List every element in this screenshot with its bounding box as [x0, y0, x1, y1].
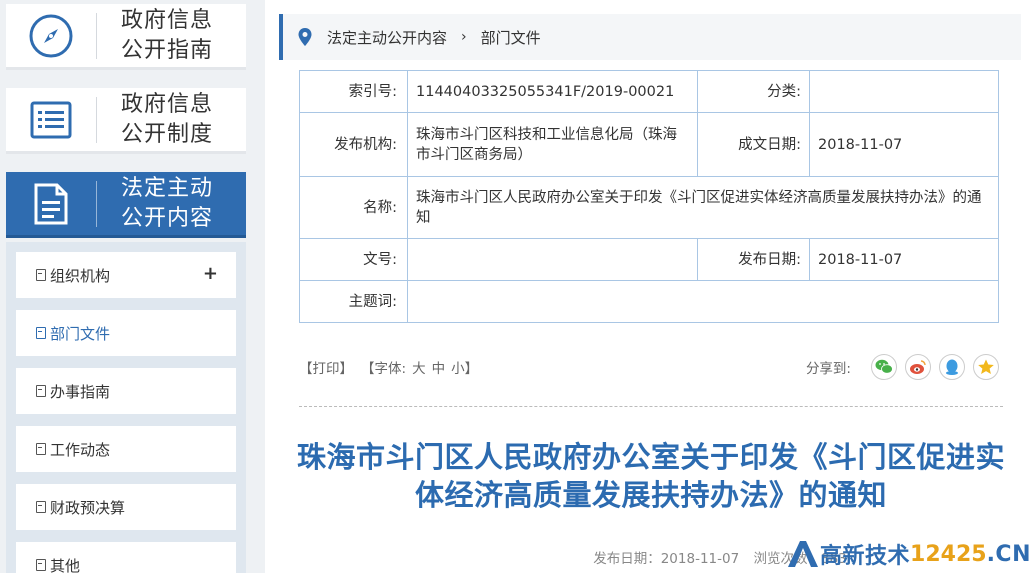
watermark-text: 高新技术: [820, 544, 911, 569]
table-row: 名称: 珠海市斗门区人民政府办公室关于印发《斗门区促进实体经济高质量发展扶持办法…: [299, 176, 999, 239]
submenu-item-budget[interactable]: 财政预决算: [16, 484, 236, 530]
font-large-button[interactable]: 大: [412, 357, 426, 377]
page-icon: [36, 385, 46, 397]
watermark-number: 12425: [910, 541, 987, 567]
chevron-right-icon: ›: [461, 29, 467, 45]
star-icon: [978, 359, 994, 374]
meta-date: 2018-11-07: [660, 551, 740, 567]
subject-label: 主题词:: [299, 280, 408, 323]
nav-guide-button[interactable]: 政府信息 公开指南: [6, 4, 246, 70]
location-pin-icon: [298, 28, 312, 46]
compass-icon: [6, 4, 96, 67]
font-medium-button[interactable]: 中: [432, 357, 446, 377]
submenu-item-work-news[interactable]: 工作动态: [16, 426, 236, 472]
font-size-suffix: 】: [464, 361, 479, 377]
nav-content-button[interactable]: 法定主动 公开内容: [6, 172, 246, 238]
submenu-label: 财政预决算: [50, 498, 126, 517]
site-watermark: 高新技术 12425 .CN: [784, 539, 1031, 569]
submenu-label: 工作动态: [50, 440, 111, 459]
font-size-prefix: 【字体:: [361, 361, 407, 377]
share-label: 分享到:: [805, 361, 851, 377]
qq-icon: [946, 359, 958, 375]
category-value: [809, 70, 999, 113]
submenu-item-other[interactable]: 其他: [16, 542, 236, 573]
font-small-button[interactable]: 小: [451, 357, 465, 377]
list-icon: [6, 88, 96, 151]
document-info-table: 索引号: 11440403325055341F/2019-00021 分类: 发…: [299, 70, 999, 323]
category-label: 分类:: [697, 70, 810, 113]
page-icon: [36, 559, 46, 571]
page-icon: [36, 269, 46, 281]
submenu-label: 部门文件: [50, 324, 111, 343]
nav-guide-label: 政府信息 公开指南: [121, 7, 214, 63]
breadcrumb-item-department-files[interactable]: 部门文件: [481, 27, 541, 48]
submenu-item-service-guide[interactable]: 办事指南: [16, 368, 236, 414]
breadcrumb: 法定主动公开内容 › 部门文件: [279, 14, 1021, 60]
breadcrumb-item-content[interactable]: 法定主动公开内容: [327, 27, 447, 48]
print-button[interactable]: 【打印】: [299, 357, 353, 377]
page-icon: [36, 501, 46, 513]
submenu-item-organization[interactable]: 组织机构 +: [16, 252, 236, 298]
main-content: 法定主动公开内容 › 部门文件 索引号: 11440403325055341F/…: [265, 0, 1035, 573]
table-row: 发布机构: 珠海市斗门区科技和工业信息化局（珠海市斗门区商务局） 成文日期: 2…: [299, 112, 999, 177]
qq-share-button[interactable]: [939, 354, 965, 380]
article-tools: 【打印】 【字体: 大 中 小 】 分享到:: [299, 352, 999, 382]
nav-system-label: 政府信息 公开制度: [121, 91, 214, 147]
submenu-label: 办事指南: [50, 382, 111, 401]
meta-date-label: 发布日期：: [593, 551, 661, 567]
divider: [299, 406, 1003, 407]
share-bar: 分享到:: [806, 352, 999, 382]
wechat-icon: [875, 359, 893, 374]
submenu-label: 组织机构: [50, 266, 111, 285]
watermark-logo-icon: [788, 541, 819, 567]
wechat-share-button[interactable]: [871, 354, 897, 380]
nav-content-label: 法定主动 公开内容: [121, 175, 214, 231]
submenu: 组织机构 + 部门文件 办事指南 工作动态 财政预决算 其他: [6, 242, 246, 573]
document-icon: [6, 172, 96, 235]
publish-date-value: 2018-11-07: [809, 238, 999, 281]
page-icon: [36, 327, 46, 339]
index-label: 索引号:: [299, 70, 408, 113]
subject-value: [407, 280, 999, 323]
doc-no-value: [407, 238, 698, 281]
publisher-label: 发布机构:: [299, 112, 408, 177]
page-icon: [36, 443, 46, 455]
nav-system-button[interactable]: 政府信息 公开制度: [6, 88, 246, 154]
weibo-icon: [910, 360, 926, 374]
table-row: 主题词:: [299, 280, 999, 323]
doc-no-label: 文号:: [299, 238, 408, 281]
weibo-share-button[interactable]: [905, 354, 931, 380]
written-date-label: 成文日期:: [697, 112, 810, 177]
qzone-share-button[interactable]: [973, 354, 999, 380]
name-label: 名称:: [299, 176, 408, 239]
watermark-suffix: .CN: [986, 541, 1031, 567]
publisher-value: 珠海市斗门区科技和工业信息化局（珠海市斗门区商务局）: [407, 112, 698, 177]
table-row: 索引号: 11440403325055341F/2019-00021 分类:: [299, 70, 999, 113]
expand-icon[interactable]: +: [203, 264, 218, 284]
written-date-value: 2018-11-07: [809, 112, 999, 177]
sidebar: 政府信息 公开指南 政府信息 公开制度 法定主动 公开内容 组织机构 + 部门文…: [0, 0, 252, 573]
article-title: 珠海市斗门区人民政府办公室关于印发《斗门区促进实体经济高质量发展扶持办法》的通知: [296, 440, 1005, 512]
table-row: 文号: 发布日期: 2018-11-07: [299, 238, 999, 281]
publish-date-label: 发布日期:: [697, 238, 810, 281]
name-value: 珠海市斗门区人民政府办公室关于印发《斗门区促进实体经济高质量发展扶持办法》的通知: [407, 176, 999, 239]
submenu-label: 其他: [50, 556, 81, 573]
submenu-item-department-files[interactable]: 部门文件: [16, 310, 236, 356]
index-value: 11440403325055341F/2019-00021: [407, 70, 698, 113]
